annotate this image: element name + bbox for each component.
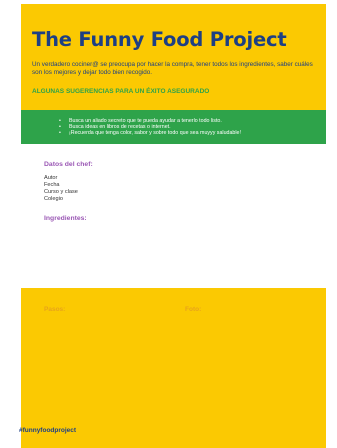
tips-band: Busca un aliado secreto que te pueda ayu… — [21, 110, 326, 144]
intro-text: Un verdadero cociner@ se preocupa por ha… — [32, 61, 313, 76]
photo-heading: Foto: — [185, 306, 202, 313]
recipe-sheet: The Funny Food Project Un verdadero coci… — [21, 4, 326, 448]
chef-heading: Datos del chef: — [44, 161, 93, 168]
page-title: The Funny Food Project — [32, 28, 287, 51]
chef-field-date: Fecha — [44, 182, 60, 188]
steps-heading: Pasos: — [44, 306, 66, 313]
chef-field-author: Autor — [44, 175, 58, 181]
chef-card: Datos del chef: Autor Fecha Curso y clas… — [21, 144, 326, 288]
tip-item: ¡Recuerda que tenga color, sabor y sobre… — [59, 130, 241, 136]
chef-fields: Autor Fecha Curso y clase Colegio — [44, 175, 78, 203]
hashtag: #funnyfoodproject — [19, 427, 77, 434]
chef-field-class: Curso y clase — [44, 189, 78, 195]
ingredients-heading: Ingredientes: — [44, 215, 87, 222]
tips-list: Busca un aliado secreto que te pueda ayu… — [59, 118, 241, 136]
chef-field-school: Colegio — [44, 196, 63, 202]
tips-heading: ALGUNAS SUGERENCIAS PARA UN ÉXITO ASEGUR… — [32, 88, 210, 95]
